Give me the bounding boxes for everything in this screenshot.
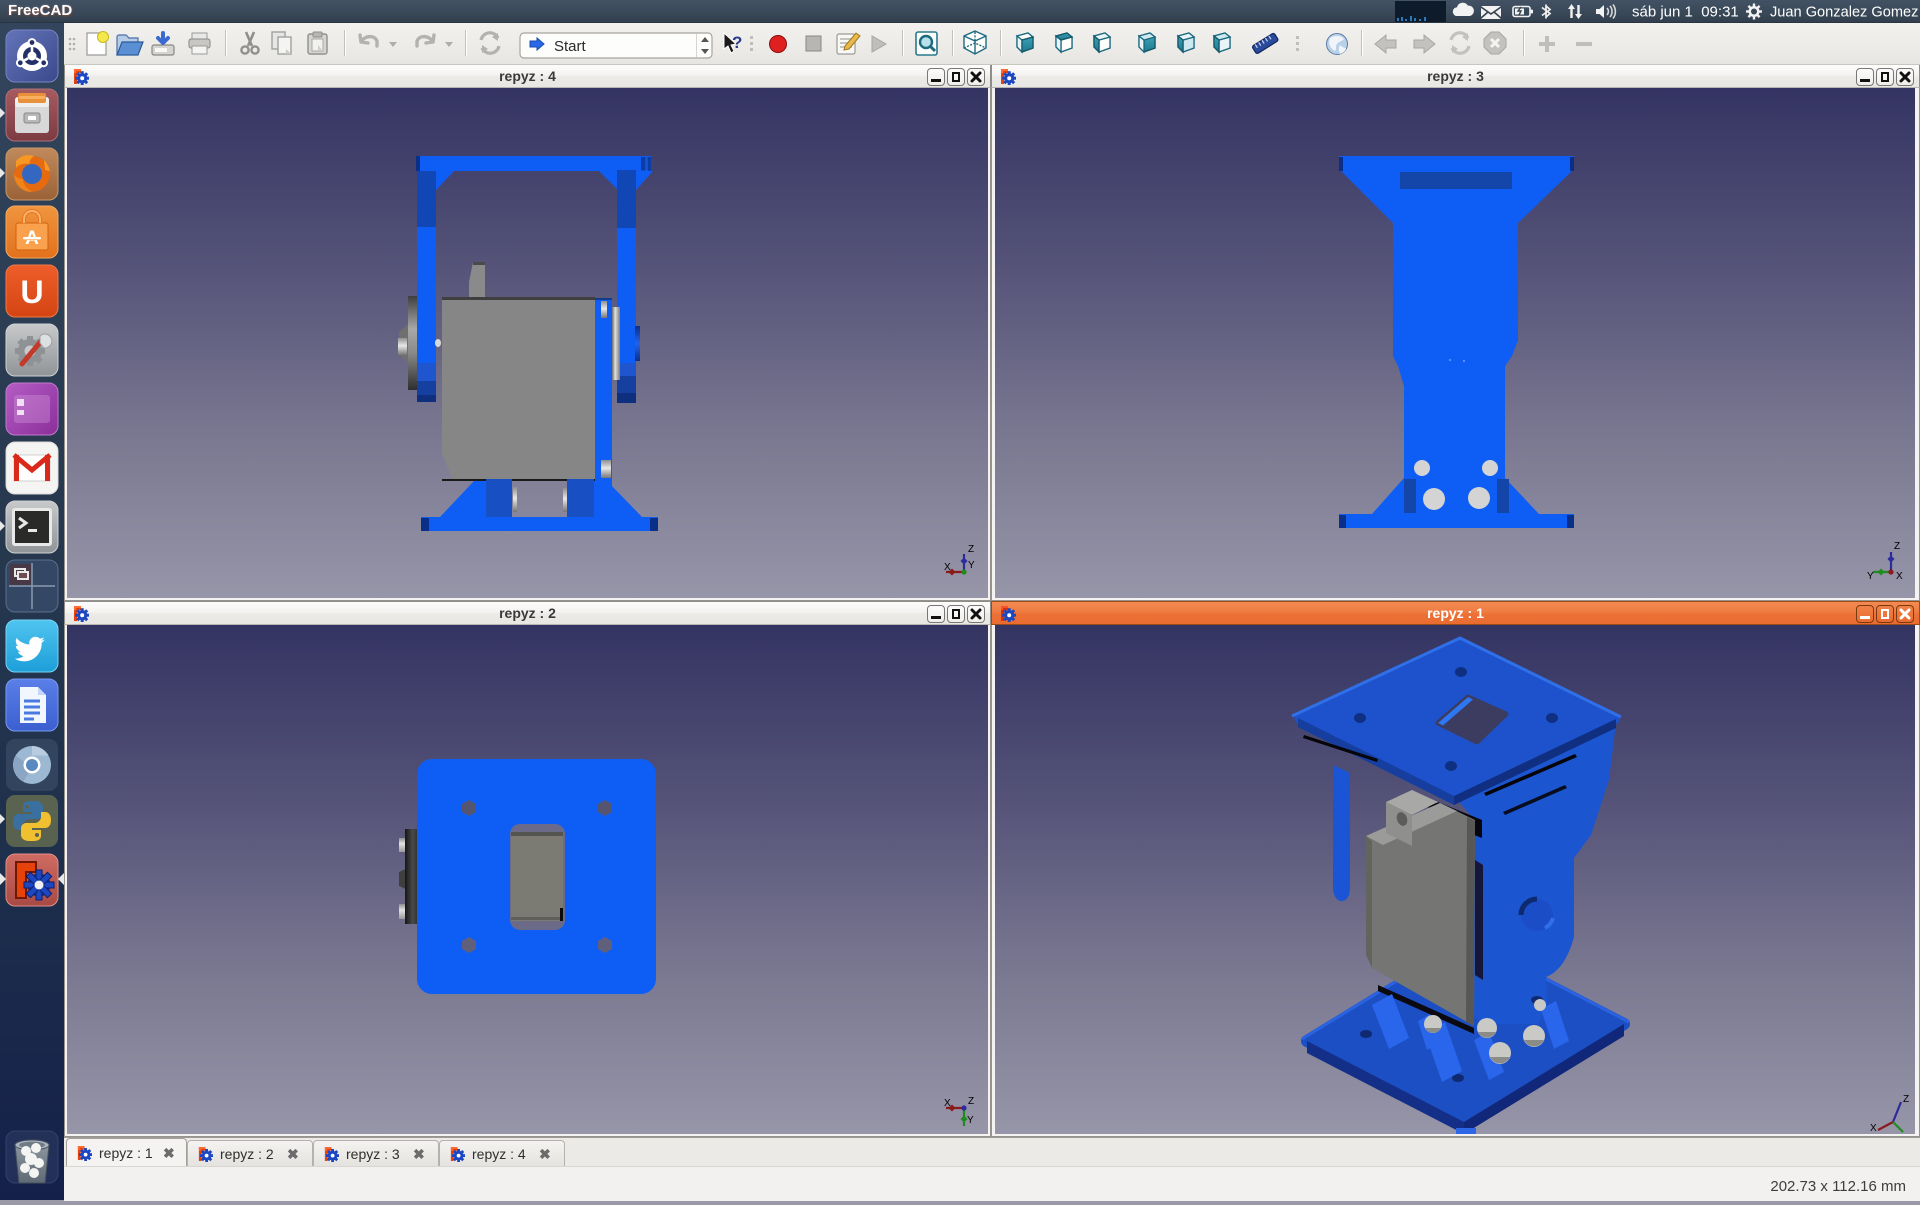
svg-text:?: ?: [732, 33, 742, 52]
svg-text:X: X: [1896, 571, 1903, 582]
svg-text:Z: Z: [1903, 1094, 1909, 1105]
svg-text:Z: Z: [1894, 541, 1900, 552]
svg-text:U: U: [20, 274, 43, 310]
svg-text:Y: Y: [967, 1115, 974, 1126]
svg-text:Juan Gonzalez Gomez: Juan Gonzalez Gomez: [1770, 5, 1918, 21]
svg-text:X: X: [944, 1098, 951, 1109]
svg-text:Z: Z: [968, 544, 974, 555]
svg-text:Y: Y: [968, 560, 975, 571]
svg-text:X: X: [1870, 1123, 1877, 1134]
svg-text:X: X: [944, 562, 951, 573]
svg-text:Y: Y: [1867, 571, 1874, 582]
svg-text:sáb jun 1 09:31: sáb jun 1 09:31: [1632, 4, 1739, 21]
svg-text:Start: Start: [554, 38, 587, 55]
svg-text:Z: Z: [968, 1096, 974, 1107]
